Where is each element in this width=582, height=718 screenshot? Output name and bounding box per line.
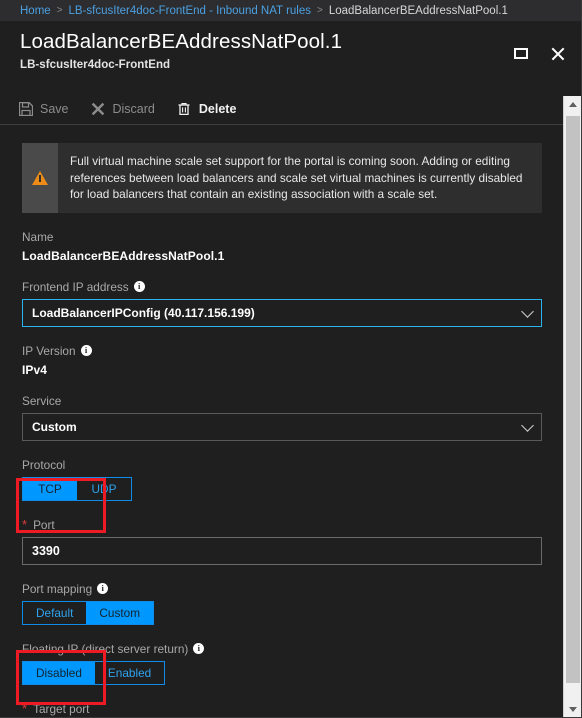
warning-message: Full virtual machine scale set support f… bbox=[70, 154, 523, 201]
field-name: Name LoadBalancerBEAddressNatPool.1 bbox=[22, 230, 542, 263]
close-icon bbox=[550, 46, 565, 61]
protocol-toggle-group: TCP UDP bbox=[22, 476, 132, 501]
target-port-label: Target port bbox=[22, 702, 542, 716]
ip-version-label: IP Version i bbox=[22, 344, 542, 358]
floating-ip-option-disabled[interactable]: Disabled bbox=[23, 661, 95, 684]
discard-x-icon bbox=[91, 101, 106, 116]
discard-button[interactable]: Discard bbox=[91, 101, 155, 116]
scroll-down-button[interactable] bbox=[564, 701, 581, 717]
chevron-down-icon bbox=[569, 707, 577, 712]
maximize-button[interactable] bbox=[511, 43, 531, 63]
discard-label: Discard bbox=[112, 101, 155, 116]
chevron-up-icon bbox=[568, 102, 577, 107]
delete-label: Delete bbox=[198, 101, 237, 116]
port-mapping-option-custom[interactable]: Custom bbox=[86, 601, 154, 624]
ip-version-value: IPv4 bbox=[22, 362, 48, 377]
protocol-label: Protocol bbox=[22, 457, 66, 472]
field-port-mapping: Port mapping i Default Custom bbox=[22, 582, 542, 625]
protocol-option-udp[interactable]: UDP bbox=[77, 477, 131, 500]
info-icon[interactable]: i bbox=[133, 281, 145, 292]
floating-ip-toggle-group: Disabled Enabled bbox=[22, 660, 166, 685]
floating-ip-label: Floating IP (direct server return) i bbox=[22, 642, 542, 656]
breadcrumb-item-current: LoadBalancerBEAddressNatPool.1 bbox=[328, 4, 508, 17]
warning-icon-container bbox=[22, 143, 58, 213]
trash-icon bbox=[177, 101, 192, 116]
service-select[interactable]: Custom bbox=[22, 412, 542, 441]
service-selected-value: Custom bbox=[32, 419, 77, 434]
page-title: LoadBalancerBEAddressNatPool.1 bbox=[20, 30, 343, 53]
window-controls bbox=[511, 43, 567, 63]
frontend-ip-selected-value: LoadBalancerIPConfig (40.117.156.199) bbox=[32, 305, 255, 320]
port-value: 3390 bbox=[32, 543, 60, 558]
floating-ip-option-enabled[interactable]: Enabled bbox=[94, 661, 165, 684]
field-frontend-ip: Frontend IP address i LoadBalancerIPConf… bbox=[22, 280, 542, 327]
info-icon[interactable]: i bbox=[97, 583, 109, 594]
breadcrumb: Home > LB-sfcusIter4doc-FrontEnd - Inbou… bbox=[0, 0, 581, 21]
save-label: Save bbox=[40, 101, 69, 116]
info-icon[interactable]: i bbox=[193, 643, 205, 654]
protocol-option-tcp[interactable]: TCP bbox=[23, 477, 77, 500]
field-ip-version: IP Version i IPv4 bbox=[22, 344, 542, 377]
breadcrumb-item-inbound-nat-rules[interactable]: LB-sfcusIter4doc-FrontEnd - Inbound NAT … bbox=[69, 5, 311, 17]
port-mapping-label: Port mapping i bbox=[22, 582, 542, 596]
port-input[interactable]: 3390 bbox=[22, 536, 542, 565]
delete-button[interactable]: Delete bbox=[177, 101, 237, 116]
warning-banner: Full virtual machine scale set support f… bbox=[22, 143, 542, 213]
field-service: Service Custom bbox=[22, 394, 542, 441]
command-bar: Save Discard Delete bbox=[0, 93, 581, 125]
port-mapping-option-default[interactable]: Default bbox=[23, 601, 87, 624]
page-subtitle: LB-sfcusIter4doc-FrontEnd bbox=[20, 59, 171, 71]
azure-portal-blade: Home > LB-sfcusIter4doc-FrontEnd - Inbou… bbox=[0, 0, 582, 718]
info-icon[interactable]: i bbox=[80, 345, 92, 356]
scrollbar-thumb[interactable] bbox=[566, 116, 580, 683]
field-floating-ip: Floating IP (direct server return) i Dis… bbox=[22, 642, 542, 685]
name-label: Name bbox=[22, 229, 54, 244]
field-protocol: Protocol TCP UDP bbox=[22, 458, 542, 501]
breadcrumb-separator: > bbox=[317, 5, 323, 16]
blade-header: LoadBalancerBEAddressNatPool.1 LB-sfcusI… bbox=[0, 21, 581, 93]
close-button[interactable] bbox=[547, 43, 567, 63]
field-target-port: Target port 3389 bbox=[22, 702, 542, 718]
maximize-icon bbox=[514, 47, 528, 59]
frontend-ip-select[interactable]: LoadBalancerIPConfig (40.117.156.199) bbox=[22, 298, 542, 327]
scroll-up-button[interactable] bbox=[564, 96, 581, 113]
port-label: Port bbox=[22, 518, 542, 532]
breadcrumb-item-home[interactable]: Home bbox=[20, 5, 51, 17]
field-port: Port 3390 bbox=[22, 518, 542, 565]
chevron-down-icon bbox=[521, 304, 534, 318]
breadcrumb-separator: > bbox=[56, 5, 63, 16]
port-mapping-toggle-group: Default Custom bbox=[22, 600, 155, 625]
name-value: LoadBalancerBEAddressNatPool.1 bbox=[22, 248, 225, 263]
blade-content: Full virtual machine scale set support f… bbox=[0, 126, 564, 718]
save-button[interactable]: Save bbox=[18, 101, 69, 116]
save-icon bbox=[18, 101, 33, 116]
chevron-down-icon bbox=[521, 418, 534, 432]
service-label: Service bbox=[22, 393, 62, 408]
warning-triangle-icon bbox=[32, 170, 48, 185]
vertical-scrollbar[interactable] bbox=[563, 96, 581, 717]
frontend-ip-label: Frontend IP address i bbox=[22, 280, 542, 294]
